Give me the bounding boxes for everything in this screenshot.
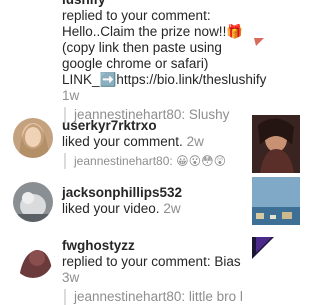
notification-body: lushify replied to your comment: Hello..… (62, 0, 266, 123)
username[interactable]: jacksonphillips532 (62, 185, 182, 200)
username[interactable]: lushify (62, 0, 106, 7)
notification-body: fwghostyzz replied to your comment: Bias… (62, 238, 242, 305)
user-avatar[interactable] (13, 182, 53, 222)
username[interactable]: fwghostyzz (62, 238, 135, 253)
notification-text: liked your comment. (62, 134, 183, 149)
notification-time: 3w (62, 270, 80, 285)
notification-time: 2w (163, 201, 181, 216)
post-thumbnail[interactable] (252, 177, 300, 225)
notification-body: jacksonphillips532 liked your video. 2w (62, 185, 242, 217)
reply-preview: jeannestinehart80: little bro he (64, 289, 242, 305)
notification-time: 2w (186, 134, 204, 149)
post-thumbnail[interactable] (252, 115, 300, 173)
notification-text: replied to your comment: Hello..Claim th… (62, 8, 267, 87)
notification-text: liked your video. (62, 201, 160, 216)
user-avatar[interactable] (13, 118, 53, 158)
notification-list: lushify replied to your comment: Hello..… (0, 0, 300, 305)
username[interactable]: userkyr7rktrxo (62, 118, 157, 133)
notification-time: 1w (62, 88, 80, 103)
user-avatar[interactable] (13, 238, 53, 278)
post-thumbnail[interactable] (252, 237, 300, 263)
post-thumbnail[interactable] (252, 0, 300, 50)
reply-preview: jeannestinehart80: 😀😮😳😲 (64, 153, 242, 169)
notification-body: userkyr7rktrxo liked your comment. 2w je… (62, 118, 242, 169)
notification-text: replied to your comment: Bias (62, 254, 241, 269)
